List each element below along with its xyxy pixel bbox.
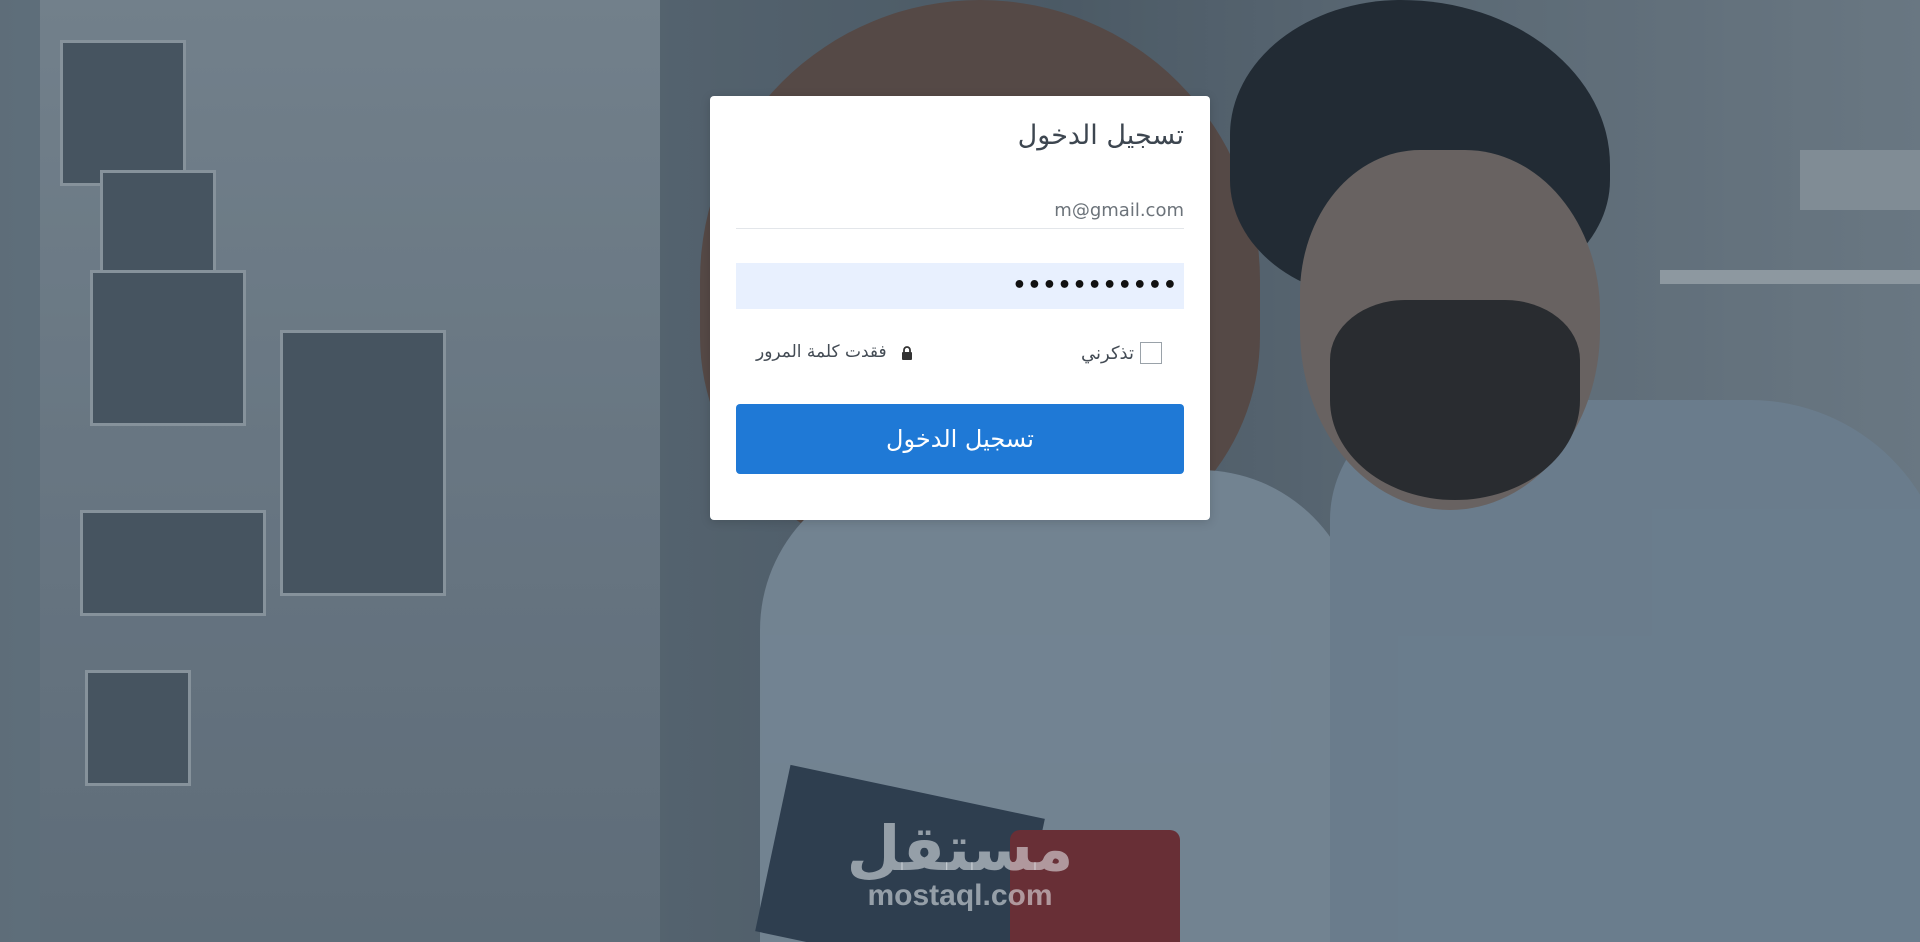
remember-checkbox[interactable] bbox=[1140, 342, 1162, 364]
remember-me[interactable]: تذكرني bbox=[1081, 342, 1162, 364]
email-field[interactable] bbox=[736, 192, 1184, 229]
watermark-arabic: مستقل bbox=[846, 812, 1074, 885]
login-button[interactable]: تسجيل الدخول bbox=[736, 404, 1184, 474]
forgot-password-link[interactable]: فقدت كلمة المرور bbox=[756, 342, 913, 362]
lock-icon bbox=[901, 345, 913, 360]
forgot-password-label: فقدت كلمة المرور bbox=[756, 342, 887, 362]
watermark: مستقل mostaql.com bbox=[845, 818, 1075, 912]
remember-label: تذكرني bbox=[1081, 342, 1134, 364]
login-title: تسجيل الدخول bbox=[1017, 120, 1184, 151]
password-field[interactable]: ••••••••••• bbox=[736, 263, 1184, 309]
watermark-latin: mostaql.com bbox=[867, 879, 1053, 912]
login-card: تسجيل الدخول ••••••••••• تذكرني فقدت كلم… bbox=[710, 96, 1210, 520]
